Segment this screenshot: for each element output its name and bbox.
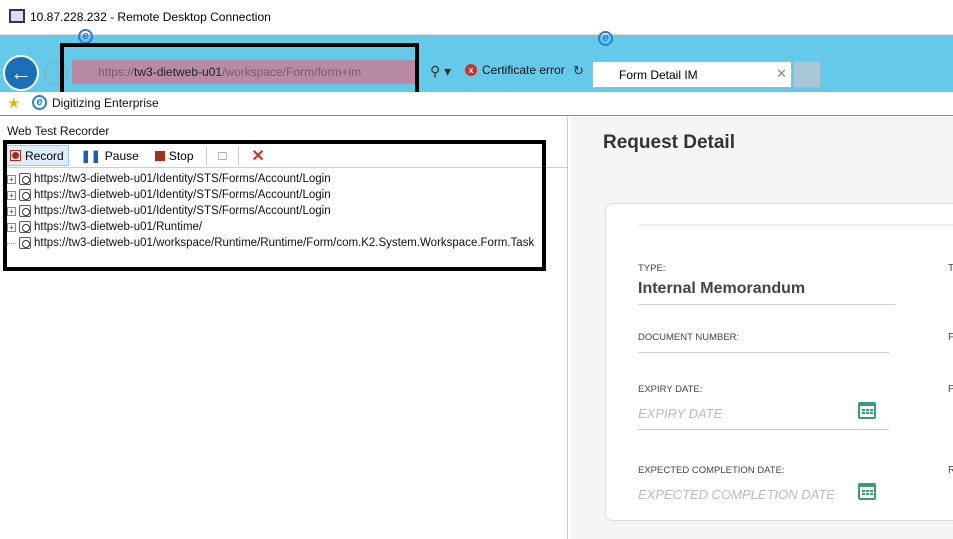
new-tab-button[interactable] [793,61,821,88]
highlight-box [3,140,546,271]
calendar-icon[interactable] [858,483,876,500]
error-icon: x [465,64,477,76]
certificate-error-label: Certificate error [482,63,565,77]
expiry-date-input[interactable]: EXPIRY DATE [638,406,722,421]
refresh-icon[interactable]: ↻ [573,63,584,79]
favorite-link[interactable]: Digitizing Enterprise [52,96,159,110]
cut-off-label: P [948,384,953,395]
window-title: 10.87.228.232 - Remote Desktop Connectio… [30,10,271,24]
remote-desktop-icon [9,9,25,23]
close-tab-icon[interactable]: ✕ [776,66,787,82]
search-icon[interactable]: ⚲ ▾ [430,63,451,80]
document-number-label: DOCUMENT NUMBER: [638,332,740,343]
cut-off-label: T [948,263,953,274]
ie-icon: e [78,29,93,44]
expiry-date-label: EXPIRY DATE: [638,384,703,395]
window-titlebar: 10.87.228.232 - Remote Desktop Connectio… [0,0,953,35]
ie-icon: e [32,95,47,110]
favorites-star-icon[interactable]: ★ [7,94,20,112]
certificate-error-button[interactable]: x Certificate error [465,63,565,77]
back-button[interactable]: ← [3,55,39,91]
tab-form-detail[interactable]: Form Detail IM [592,61,792,88]
underline [638,304,895,305]
completion-date-label: EXPECTED COMPLETION DATE: [638,465,785,476]
cut-off-label: R [948,465,953,476]
type-label: TYPE: [638,263,666,274]
page-title: Request Detail [603,132,735,153]
panel-title: Web Test Recorder [7,124,110,138]
ie-icon: e [598,31,613,46]
completion-date-input[interactable]: EXPECTED COMPLETION DATE [638,487,835,502]
type-value[interactable]: Internal Memorandum [638,280,805,298]
cut-off-label: F [948,332,953,343]
tab-title: Form Detail IM [619,68,698,82]
divider [638,224,953,226]
document-number-input[interactable] [638,352,889,353]
calendar-icon[interactable] [858,402,876,419]
underline [638,429,889,430]
